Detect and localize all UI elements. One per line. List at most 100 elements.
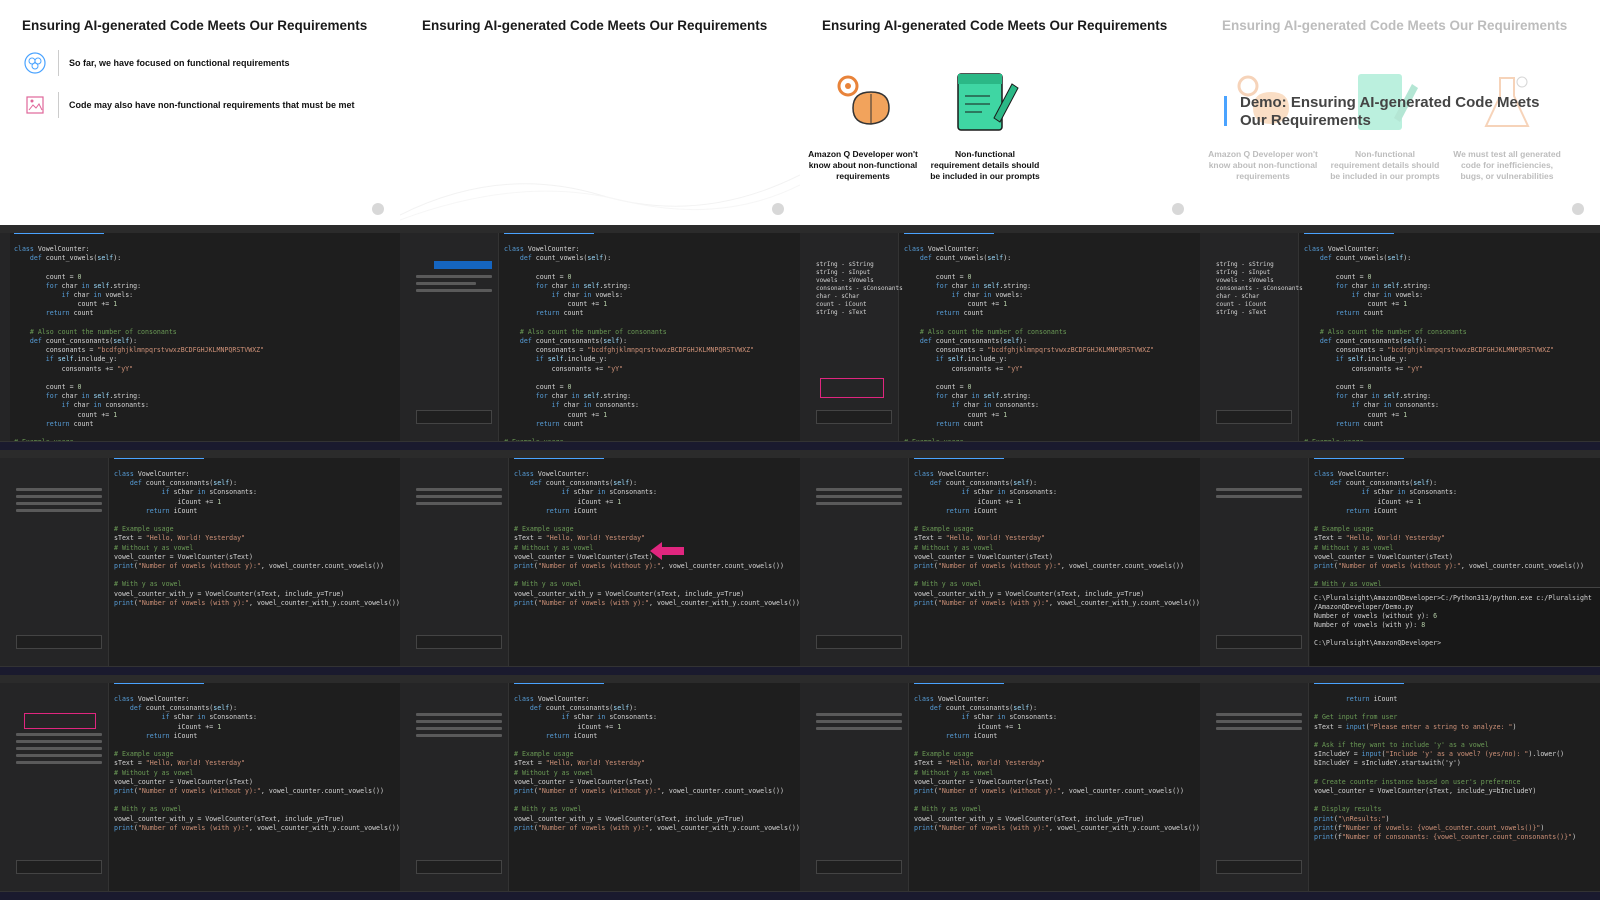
code-block: class VowelCounter: def count_consonants… — [914, 470, 1200, 607]
ide-frame: class VowelCounter: def count_consonants… — [400, 450, 800, 675]
editor-tab[interactable] — [1314, 683, 1404, 691]
title-bar — [1200, 450, 1600, 458]
editor-tab[interactable] — [114, 683, 204, 691]
editor-tab[interactable] — [14, 233, 104, 241]
code-editor[interactable]: class VowelCounter: def count_consonants… — [110, 683, 400, 892]
status-bar — [1200, 666, 1600, 675]
logo-icon — [1172, 203, 1184, 215]
ide-frame: class VowelCounter: def count_vowels(sel… — [400, 225, 800, 450]
document-pencil-icon — [957, 73, 1019, 131]
amazon-q-chat-panel[interactable] — [10, 683, 109, 892]
activity-bar[interactable] — [1200, 683, 1210, 892]
arrow-pointer-icon — [650, 542, 684, 560]
amazon-q-chat-panel[interactable] — [810, 458, 909, 667]
code-block: class VowelCounter: def count_consonants… — [514, 470, 800, 607]
card-text: Non-functional requirement details shoul… — [1330, 149, 1440, 181]
editor-tab[interactable] — [514, 458, 604, 466]
status-bar — [800, 666, 1200, 675]
chat-input[interactable] — [16, 635, 102, 649]
logo-icon — [772, 203, 784, 215]
code-editor[interactable]: class VowelCounter: def count_vowels(sel… — [500, 233, 800, 450]
editor-tab[interactable] — [914, 458, 1004, 466]
amazon-q-chat-panel[interactable] — [1210, 458, 1309, 667]
bullet-text: Code may also have non-functional requir… — [69, 100, 355, 110]
editor-tab[interactable] — [914, 683, 1004, 691]
activity-bar[interactable] — [1200, 458, 1210, 667]
title-bar — [800, 225, 1200, 233]
activity-bar[interactable] — [0, 458, 10, 667]
bullet-text: So far, we have focused on functional re… — [69, 58, 290, 68]
slide-2: Ensuring AI-generated Code Meets Our Req… — [400, 0, 800, 225]
bullet-nonfunctional: Code may also have non-functional requir… — [22, 92, 355, 118]
code-editor[interactable]: class VowelCounter: def count_consonants… — [910, 683, 1200, 892]
amazon-q-chat-panel[interactable] — [810, 683, 909, 892]
status-bar — [0, 666, 400, 675]
activity-bar[interactable] — [400, 233, 410, 442]
editor-tab[interactable] — [114, 458, 204, 466]
activity-bar[interactable] — [1200, 233, 1210, 442]
amazon-q-chat-panel[interactable]: strIng - sString strIng - sInput vowels … — [1210, 233, 1303, 442]
code-editor[interactable]: class VowelCounter: def count_consonants… — [110, 458, 400, 667]
chat-input[interactable] — [416, 635, 502, 649]
card-text: Non-functional requirement details shoul… — [930, 149, 1040, 181]
status-bar — [0, 441, 400, 450]
chat-input[interactable] — [1216, 860, 1302, 874]
activity-bar[interactable] — [0, 683, 10, 892]
chat-input[interactable] — [1216, 410, 1292, 424]
activity-bar[interactable] — [800, 683, 810, 892]
editor-tab[interactable] — [1314, 458, 1404, 466]
chat-input[interactable] — [816, 635, 902, 649]
status-bar — [400, 666, 800, 675]
demo-accent-bar — [1224, 96, 1227, 126]
title-bar — [1200, 225, 1600, 233]
activity-bar[interactable] — [800, 233, 810, 442]
card-text: Amazon Q Developer won't know about non-… — [1208, 149, 1318, 181]
status-bar — [1200, 441, 1600, 450]
ide-row-3: class VowelCounter: def count_consonants… — [0, 675, 1600, 900]
chat-input[interactable] — [416, 860, 502, 874]
activity-bar[interactable] — [800, 458, 810, 667]
slide-title: Ensuring AI-generated Code Meets Our Req… — [822, 18, 1168, 33]
editor-tab[interactable] — [904, 233, 994, 241]
code-editor[interactable]: class VowelCounter: def count_consonants… — [910, 458, 1200, 667]
highlight-box — [820, 378, 884, 398]
code-editor[interactable]: class VowelCounter: def count_vowels(sel… — [1300, 233, 1600, 450]
chat-input[interactable] — [1216, 635, 1302, 649]
code-editor[interactable]: class VowelCounter: def count_vowels(sel… — [10, 233, 400, 450]
terminal-output[interactable]: C:\Pluralsight\AmazonQDeveloper>C:/Pytho… — [1310, 587, 1600, 667]
amazon-q-chat-panel[interactable] — [410, 233, 499, 442]
brain-gear-icon — [837, 75, 890, 125]
amazon-q-chat-panel[interactable] — [1210, 683, 1309, 892]
ide-frame: class VowelCounter: def count_consonants… — [1200, 450, 1600, 675]
chat-input[interactable] — [16, 860, 102, 874]
activity-bar[interactable] — [400, 458, 410, 667]
chat-input[interactable] — [816, 860, 902, 874]
activity-bar[interactable] — [0, 233, 10, 442]
highlight-box — [24, 713, 96, 729]
amazon-q-chat-panel[interactable] — [410, 683, 509, 892]
code-editor[interactable]: class VowelCounter: def count_consonants… — [510, 683, 800, 892]
ide-frame: class VowelCounter: def count_vowels(sel… — [0, 225, 400, 450]
activity-bar[interactable] — [400, 683, 410, 892]
card-prompts: Non-functional requirement details shoul… — [930, 68, 1040, 182]
amazon-q-chat-panel[interactable] — [10, 458, 109, 667]
editor-tab[interactable] — [514, 683, 604, 691]
status-bar — [800, 891, 1200, 900]
amazon-q-chat-panel[interactable] — [410, 458, 509, 667]
chat-input[interactable] — [816, 410, 892, 424]
code-editor[interactable]: return iCount # Get input from user sTex… — [1310, 683, 1600, 892]
title-bar — [0, 675, 400, 683]
code-editor[interactable]: class VowelCounter: def count_consonants… — [510, 458, 800, 667]
ide-frame: strIng - sString strIng - sInput vowels … — [1200, 225, 1600, 450]
chat-input[interactable] — [416, 410, 492, 424]
code-editor[interactable]: class VowelCounter: def count_consonants… — [1310, 458, 1600, 667]
amazon-q-chat-panel[interactable]: strIng - sString strIng - sInput vowels … — [810, 233, 903, 442]
editor-tab[interactable] — [1304, 233, 1394, 241]
title-bar — [1200, 675, 1600, 683]
status-bar — [0, 891, 400, 900]
code-editor[interactable]: class VowelCounter: def count_vowels(sel… — [900, 233, 1200, 450]
demo-title: Demo: Ensuring AI-generated Code Meets O… — [1240, 94, 1540, 129]
code-block: class VowelCounter: def count_vowels(sel… — [1304, 245, 1555, 450]
editor-tab[interactable] — [504, 233, 594, 241]
status-bar — [400, 441, 800, 450]
